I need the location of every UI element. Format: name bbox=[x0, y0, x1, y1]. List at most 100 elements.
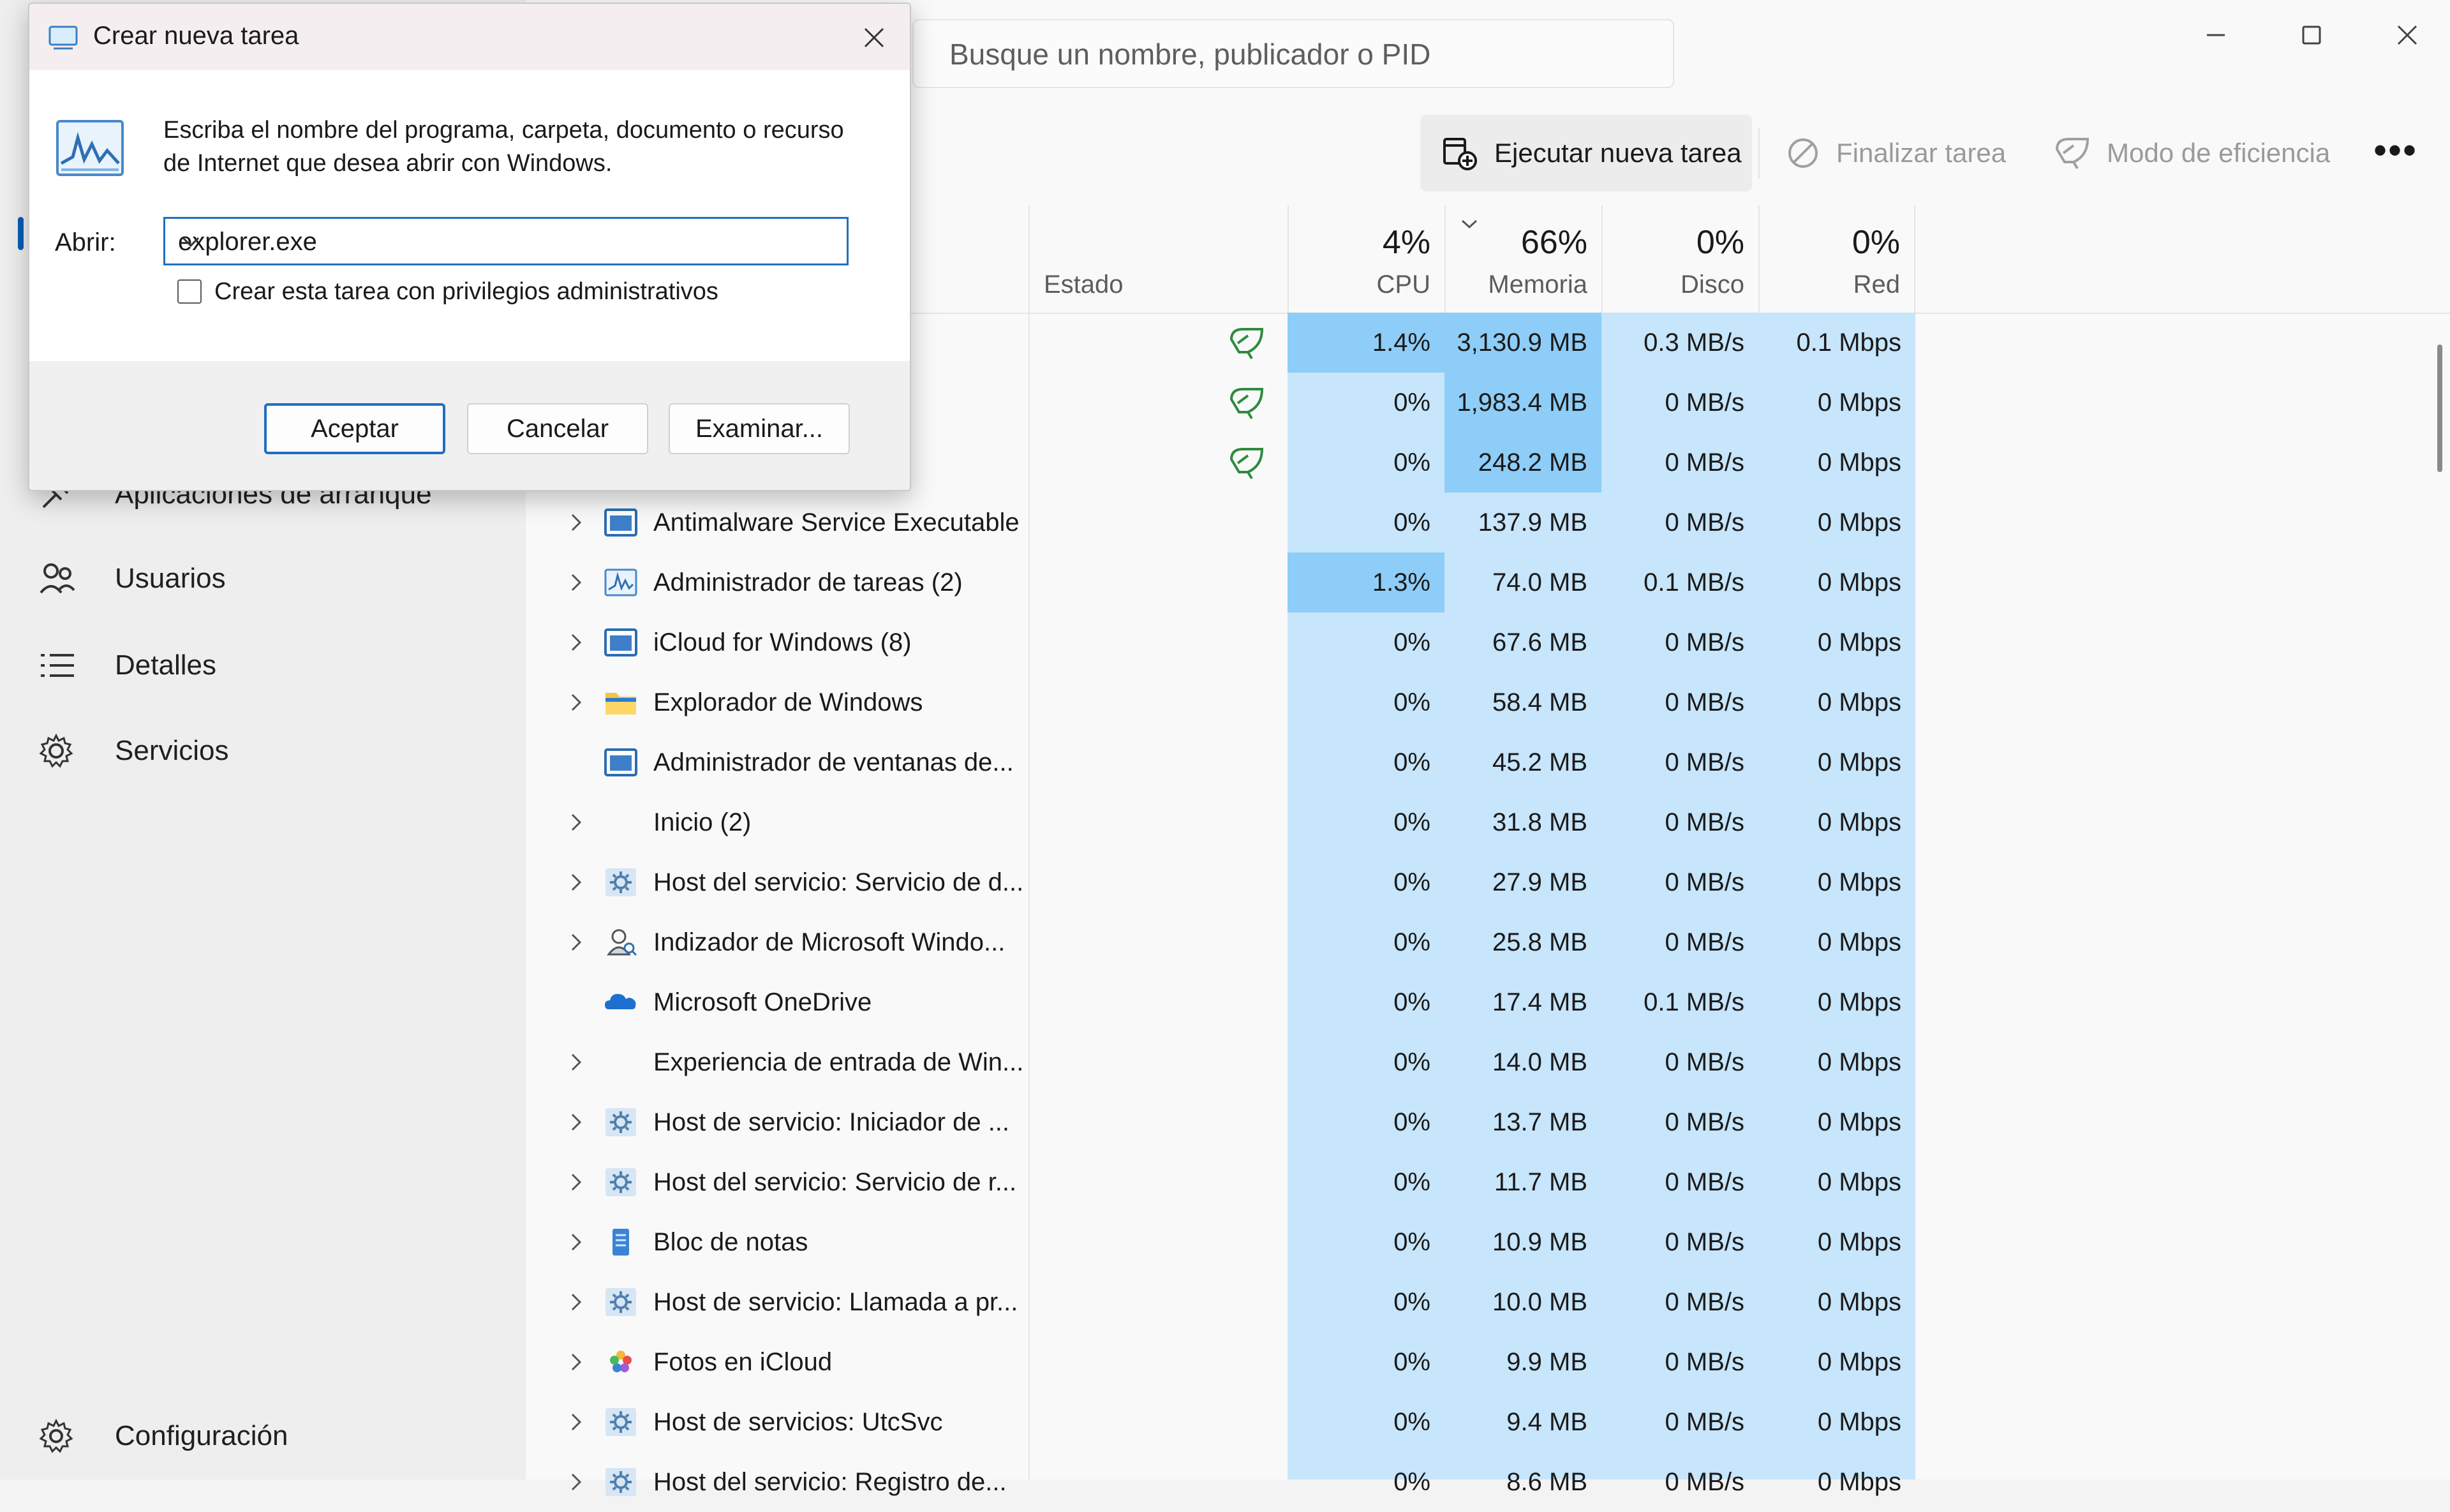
minimize-button[interactable] bbox=[2181, 13, 2251, 57]
column-header-disk[interactable]: 0% Disco bbox=[1601, 205, 1758, 313]
sidebar-item-settings[interactable]: Configuración bbox=[38, 1401, 288, 1471]
chevron-right-icon[interactable] bbox=[567, 1272, 586, 1332]
users-icon bbox=[38, 560, 89, 598]
chevron-right-icon[interactable] bbox=[567, 672, 586, 732]
admin-privileges-checkbox[interactable] bbox=[177, 279, 202, 304]
end-task-button[interactable]: Finalizar tarea bbox=[1786, 115, 2006, 191]
chevron-right-icon[interactable] bbox=[567, 1332, 586, 1392]
ok-button[interactable]: Aceptar bbox=[264, 403, 445, 454]
table-row[interactable]: Host de servicio: Llamada a pr... 0% 10.0 … bbox=[526, 1272, 2450, 1332]
end-task-label: Finalizar tarea bbox=[1836, 138, 2007, 168]
command-separator bbox=[1758, 128, 1760, 179]
task-manager-graph-icon bbox=[55, 119, 125, 183]
chevron-right-icon[interactable] bbox=[567, 792, 586, 852]
table-row[interactable]: Antimalware Service Executable 0% 137.9 MB… bbox=[526, 493, 2450, 552]
process-name: iCloud for Windows (8) bbox=[653, 628, 912, 656]
admin-privileges-label[interactable]: Crear esta tarea con privilegios adminis… bbox=[214, 278, 718, 306]
more-options-button[interactable]: ••• bbox=[2373, 112, 2417, 188]
cell-cpu: 0% bbox=[1393, 688, 1430, 716]
dialog-close-button[interactable] bbox=[849, 15, 900, 60]
table-row[interactable]: Administrador de ventanas de... 0% 45.2 MB… bbox=[526, 732, 2450, 792]
table-row[interactable]: Fotos en iCloud 0% 9.9 MB 0 MB/s 0 Mbps bbox=[526, 1332, 2450, 1392]
chevron-right-icon[interactable] bbox=[567, 1392, 586, 1452]
chevron-right-icon[interactable] bbox=[567, 552, 586, 612]
process-name: Host de servicio: Iniciador de ... bbox=[653, 1108, 1010, 1136]
photos-app-icon bbox=[604, 1346, 638, 1378]
column-header-memory[interactable]: 66% Memoria bbox=[1444, 205, 1601, 313]
chevron-right-icon[interactable] bbox=[567, 612, 586, 672]
cell-cpu: 0% bbox=[1393, 928, 1430, 956]
cell-net: 0 Mbps bbox=[1817, 988, 1901, 1016]
details-list-icon bbox=[38, 646, 89, 685]
notepad-app-icon bbox=[604, 1226, 638, 1258]
maximize-button[interactable] bbox=[2276, 13, 2347, 57]
cell-cpu: 0% bbox=[1393, 1467, 1430, 1496]
cell-disk: 0.3 MB/s bbox=[1644, 328, 1744, 357]
sidebar-item-details[interactable]: Detalles bbox=[38, 630, 216, 700]
cell-cpu: 0% bbox=[1393, 1227, 1430, 1256]
vertical-scrollbar[interactable] bbox=[2437, 345, 2442, 472]
process-name: Bloc de notas bbox=[653, 1227, 808, 1256]
table-row[interactable]: Host del servicio: Registro de... 0% 8.6 M… bbox=[526, 1452, 2450, 1512]
chevron-right-icon[interactable] bbox=[567, 852, 586, 912]
dialog-titlebar: Crear nueva tarea bbox=[29, 4, 910, 70]
end-task-icon bbox=[1786, 137, 1820, 170]
cell-net: 0 Mbps bbox=[1817, 688, 1901, 716]
table-row[interactable]: Host de servicios: UtcSvc 0% 9.4 MB 0 MB/s 0… bbox=[526, 1392, 2450, 1452]
table-row[interactable]: Explorador de Windows 0% 58.4 MB 0 MB/s 0 Mb… bbox=[526, 672, 2450, 732]
table-row[interactable]: Bloc de notas 0% 10.9 MB 0 MB/s 0 Mbps bbox=[526, 1212, 2450, 1272]
chevron-right-icon[interactable] bbox=[567, 1452, 586, 1512]
chevron-right-icon[interactable] bbox=[567, 912, 586, 972]
table-row[interactable]: Inicio (2) 0% 31.8 MB 0 MB/s 0 Mbps bbox=[526, 792, 2450, 852]
sidebar-item-users[interactable]: Usuarios bbox=[38, 544, 226, 614]
cell-net: 0 Mbps bbox=[1817, 1227, 1901, 1256]
cell-disk: 0 MB/s bbox=[1665, 1108, 1744, 1136]
table-row[interactable]: Experiencia de entrada de Win... 0% 14.0 M… bbox=[526, 1032, 2450, 1092]
table-row[interactable]: Host de servicio: Iniciador de ... 0% 13.7… bbox=[526, 1092, 2450, 1152]
cancel-button[interactable]: Cancelar bbox=[467, 403, 648, 454]
close-icon bbox=[864, 27, 884, 48]
table-row[interactable]: Administrador de tareas (2) 1.3% 74.0 MB 0.… bbox=[526, 552, 2450, 612]
run-new-task-button[interactable]: Ejecutar nueva tarea bbox=[1420, 115, 1752, 191]
cell-mem: 9.9 MB bbox=[1506, 1347, 1587, 1376]
table-row[interactable]: Microsoft OneDrive 0% 17.4 MB 0.1 MB/s 0 Mbp… bbox=[526, 972, 2450, 1032]
nav-selection-indicator bbox=[18, 217, 24, 250]
chevron-right-icon[interactable] bbox=[567, 1032, 586, 1092]
chevron-right-icon[interactable] bbox=[567, 493, 586, 552]
close-window-button[interactable] bbox=[2372, 13, 2442, 57]
process-name: Host del servicio: Registro de... bbox=[653, 1467, 1007, 1496]
cell-net: 0 Mbps bbox=[1817, 868, 1901, 896]
chevron-down-icon[interactable] bbox=[178, 230, 838, 260]
cell-cpu: 0% bbox=[1393, 1167, 1430, 1196]
column-header-cpu[interactable]: 4% CPU bbox=[1288, 205, 1444, 313]
cell-net: 0 Mbps bbox=[1817, 808, 1901, 836]
chevron-right-icon[interactable] bbox=[567, 1092, 586, 1152]
browse-button[interactable]: Examinar... bbox=[669, 403, 850, 454]
cell-mem: 25.8 MB bbox=[1492, 928, 1587, 956]
cell-disk: 0.1 MB/s bbox=[1644, 568, 1744, 597]
create-task-dialog: Crear nueva tarea Escriba el nombre del … bbox=[28, 3, 911, 491]
efficiency-mode-button[interactable]: Modo de eficiencia bbox=[2054, 115, 2330, 191]
table-row[interactable]: Indizador de Microsoft Windo... 0% 25.8 MB… bbox=[526, 912, 2450, 972]
cell-disk: 0 MB/s bbox=[1665, 388, 1744, 417]
cell-cpu: 0% bbox=[1393, 1287, 1430, 1316]
cell-mem: 67.6 MB bbox=[1492, 628, 1587, 656]
sidebar-item-services[interactable]: Servicios bbox=[38, 716, 229, 786]
table-row[interactable]: Host del servicio: Servicio de d... 0% 27.… bbox=[526, 852, 2450, 912]
efficiency-leaf-icon bbox=[1228, 325, 1266, 363]
cell-net: 0 Mbps bbox=[1817, 508, 1901, 537]
column-header-status[interactable]: Estado bbox=[1028, 205, 1288, 313]
column-header-network[interactable]: 0% Red bbox=[1758, 205, 1915, 313]
chevron-right-icon[interactable] bbox=[567, 1152, 586, 1212]
process-name: Microsoft OneDrive bbox=[653, 988, 872, 1016]
table-row[interactable]: Host del servicio: Servicio de r... 0% 11.… bbox=[526, 1152, 2450, 1212]
maximize-icon bbox=[2302, 26, 2321, 45]
search-input[interactable]: Busque un nombre, publicador o PID bbox=[912, 19, 1674, 88]
chevron-right-icon[interactable] bbox=[567, 1212, 586, 1272]
table-row[interactable]: iCloud for Windows (8) 0% 67.6 MB 0 MB/s 0 M… bbox=[526, 612, 2450, 672]
open-combobox[interactable]: explorer.exe bbox=[163, 217, 849, 265]
cell-mem: 13.7 MB bbox=[1492, 1108, 1587, 1136]
cell-net: 0 Mbps bbox=[1817, 1167, 1901, 1196]
gear-app-icon bbox=[604, 1286, 638, 1318]
process-name: Explorador de Windows bbox=[653, 688, 923, 716]
